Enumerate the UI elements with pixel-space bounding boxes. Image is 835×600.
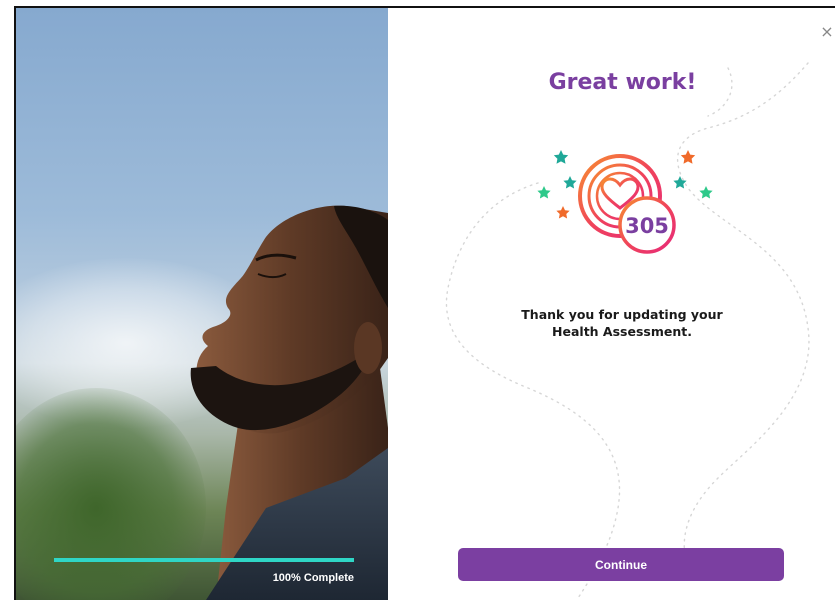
star-icon [563, 176, 577, 189]
page-title: Great work! [548, 70, 697, 95]
progress-fill [54, 558, 354, 562]
points-value: 305 [625, 214, 669, 238]
dotted-path-decoration [445, 62, 810, 599]
star-icon [673, 176, 687, 189]
star-icon [553, 150, 569, 164]
message-line-1: Thank you for updating your [521, 307, 723, 322]
continue-button[interactable]: Continue [458, 548, 784, 581]
hero-photo: 100% Complete [16, 8, 388, 600]
star-icon [699, 186, 713, 199]
star-icon [680, 150, 696, 164]
modal-frame: 100% Complete × Great work! 305 Thank yo… [14, 6, 835, 600]
person-silhouette [190, 205, 388, 600]
star-icon [556, 206, 570, 219]
star-icon [537, 186, 551, 199]
progress-label: 100% Complete [272, 572, 354, 584]
completion-message: Thank you for updating your Health Asses… [472, 306, 772, 340]
completion-panel: × Great work! 305 Thank you for updating… [388, 8, 835, 600]
progress-indicator: 100% Complete [54, 558, 354, 584]
progress-track [54, 558, 354, 562]
close-icon: × [820, 22, 834, 41]
heart-badge-icon: 305 [537, 150, 713, 254]
close-button[interactable]: × [817, 22, 835, 42]
message-line-2: Health Assessment. [552, 324, 692, 339]
